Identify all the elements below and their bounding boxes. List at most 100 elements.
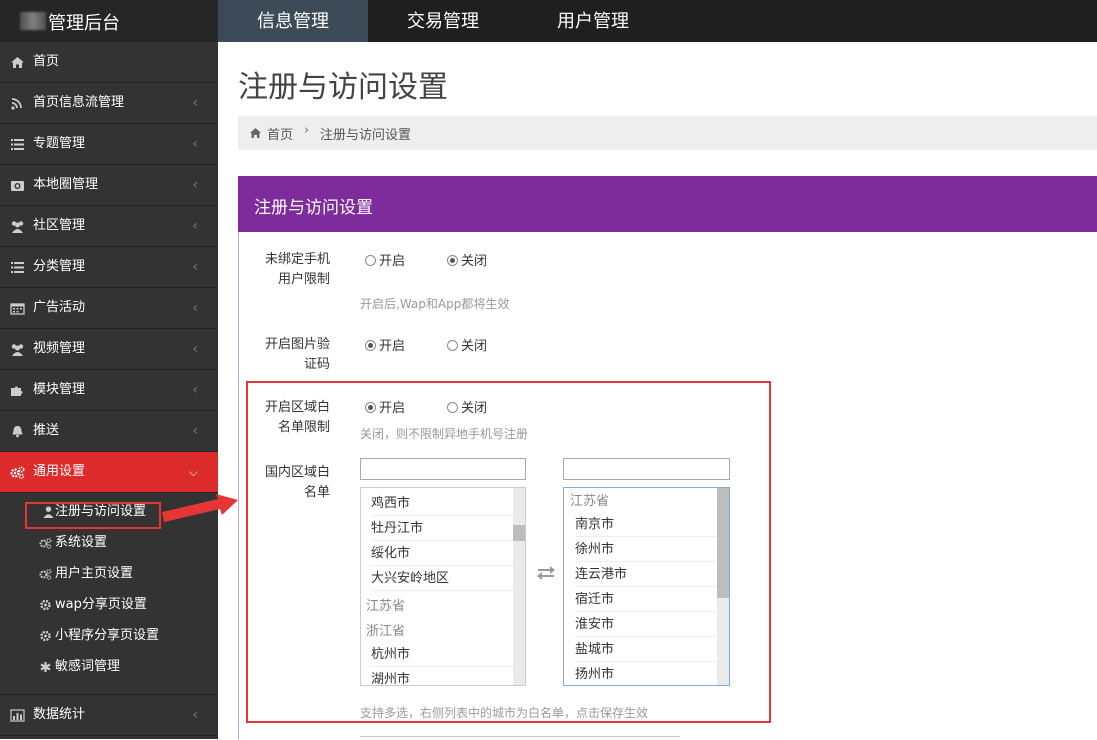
- sidebar-subitem-miniprogram-share[interactable]: 小程序分享页设置: [0, 620, 218, 651]
- list-group-label: 江苏省: [366, 599, 406, 614]
- scrollbar[interactable]: [513, 488, 525, 685]
- label-region-whitelist: 开启区域白 名单限制: [256, 398, 330, 438]
- sidebar-item-community[interactable]: 社区管理 ‹: [0, 206, 218, 247]
- list-icon: [11, 139, 24, 150]
- chevron-left-icon: ‹: [192, 95, 198, 111]
- label-line: 名单: [303, 485, 330, 500]
- list-item[interactable]: 徐州市: [575, 537, 717, 562]
- right-list-filter-input[interactable]: [563, 458, 730, 480]
- sidebar-item-local[interactable]: 本地圈管理 ‹: [0, 165, 218, 206]
- sidebar-item-modules[interactable]: 模块管理 ‹: [0, 370, 218, 411]
- radio-label: 关闭: [461, 254, 488, 269]
- chevron-left-icon: ‹: [192, 707, 198, 723]
- sidebar-item-label: 广告活动: [33, 300, 86, 315]
- radio-label: 开启: [379, 254, 406, 269]
- scrollbar[interactable]: [717, 488, 729, 685]
- label-unbound-phone: 未绑定手机 用户限制: [256, 250, 330, 290]
- chevron-left-icon: ‹: [192, 423, 198, 439]
- home-icon: [11, 57, 24, 68]
- sidebar-item-category[interactable]: 分类管理 ‹: [0, 247, 218, 288]
- sidebar-subitem-label: 小程序分享页设置: [55, 628, 160, 643]
- sidebar-item-label: 通用设置: [33, 464, 86, 479]
- list-item[interactable]: 湖州市: [371, 667, 513, 685]
- users-icon: [11, 221, 24, 233]
- chevron-left-icon: ‹: [192, 341, 198, 357]
- top-nav-info[interactable]: 信息管理: [218, 0, 368, 42]
- chevron-left-icon: ‹: [192, 136, 198, 152]
- chevron-left-icon: ‹: [192, 300, 198, 316]
- radio-label: 开启: [379, 339, 406, 354]
- next-field-edge: [360, 736, 680, 740]
- list-item[interactable]: 盐城市: [575, 637, 717, 662]
- list-item[interactable]: 牡丹江市: [371, 516, 513, 541]
- label-captcha: 开启图片验 证码: [256, 335, 330, 375]
- sidebar-item-push[interactable]: 推送 ‹: [0, 411, 218, 452]
- radio-label: 开启: [379, 401, 406, 416]
- chevron-left-icon: ‹: [192, 382, 198, 398]
- scrollbar-thumb[interactable]: [513, 525, 525, 541]
- swap-arrows-icon[interactable]: [535, 563, 557, 581]
- radio-circle: [447, 255, 458, 266]
- sidebar-item-video[interactable]: 视频管理 ‹: [0, 329, 218, 370]
- sidebar-subitem-wap-share[interactable]: wap分享页设置: [0, 589, 218, 620]
- sidebar-subitem-system[interactable]: 系统设置: [0, 527, 218, 558]
- page-title: 注册与访问设置: [238, 70, 448, 105]
- sidebar-item-general-settings[interactable]: 通用设置 ⌵: [0, 452, 218, 493]
- sidebar-subitem-label: wap分享页设置: [55, 597, 147, 612]
- list-item[interactable]: 鸡西市: [371, 491, 513, 516]
- available-cities-list[interactable]: 鸡西市 牡丹江市 绥化市 大兴安岭地区 江苏省 浙江省 杭州市 湖州市: [360, 487, 526, 686]
- gear-icon: [40, 599, 51, 611]
- list-group-label: 江苏省: [570, 494, 610, 509]
- top-nav-trade[interactable]: 交易管理: [368, 0, 518, 42]
- label-line: 用户限制: [277, 272, 330, 287]
- radio-region-whitelist-off[interactable]: 关闭: [447, 401, 487, 417]
- hint-domestic-whitelist: 支持多选，右侧列表中的城市为白名单，点击保存生效: [360, 706, 649, 720]
- gears-icon: [39, 538, 52, 549]
- scrollbar-thumb[interactable]: [717, 488, 729, 598]
- asterisk-icon: [40, 662, 51, 672]
- sidebar-item-statistics[interactable]: 数据统计 ‹: [0, 694, 218, 736]
- radio-captcha-on[interactable]: 开启: [365, 339, 405, 355]
- sidebar-item-label: 本地圈管理: [33, 177, 99, 192]
- label-line: 名单限制: [277, 420, 330, 435]
- sidebar-subitem-label: 系统设置: [55, 535, 108, 550]
- sidebar-subitem-user-home[interactable]: 用户主页设置: [0, 558, 218, 589]
- list-item[interactable]: 绥化市: [371, 541, 513, 566]
- list-item[interactable]: 宿迁市: [575, 587, 717, 612]
- radio-circle: [365, 340, 376, 351]
- list-icon: [11, 262, 24, 273]
- sidebar-item-topics[interactable]: 专题管理 ‹: [0, 124, 218, 165]
- left-list-filter-input[interactable]: [360, 458, 526, 480]
- sidebar: 首页 首页信息流管理 ‹ 专题管理 ‹ 本地圈管理 ‹ 社区管理 ‹ 分类管理 …: [0, 42, 218, 739]
- breadcrumb-home-link[interactable]: 首页: [267, 124, 293, 143]
- sidebar-subitem-label: 用户主页设置: [55, 566, 134, 581]
- top-nav-users[interactable]: 用户管理: [518, 0, 668, 42]
- brand-title: 管理后台: [48, 13, 120, 34]
- panel-border: [238, 232, 239, 739]
- sidebar-subitem-sensitive-words[interactable]: 敏感词管理: [0, 651, 218, 682]
- sidebar-item-label: 模块管理: [33, 382, 86, 397]
- puzzle-icon: [11, 386, 23, 396]
- list-item[interactable]: 连云港市: [575, 562, 717, 587]
- sidebar-item-label: 社区管理: [33, 218, 86, 233]
- list-item[interactable]: 大兴安岭地区: [371, 566, 513, 591]
- list-item[interactable]: 淮安市: [575, 612, 717, 637]
- sidebar-item-home[interactable]: 首页: [0, 42, 218, 83]
- list-item[interactable]: 扬州市: [575, 662, 717, 685]
- breadcrumb-separator: ›: [304, 123, 310, 138]
- sidebar-item-ads[interactable]: 广告活动 ‹: [0, 288, 218, 329]
- radio-unbound-phone-on[interactable]: 开启: [365, 254, 405, 270]
- users-icon: [11, 344, 24, 356]
- list-item[interactable]: 南京市: [575, 512, 717, 537]
- whitelist-cities-list[interactable]: 江苏省 南京市 徐州市 连云港市 宿迁市 淮安市 盐城市 扬州市: [563, 487, 730, 686]
- radio-region-whitelist-on[interactable]: 开启: [365, 401, 405, 417]
- radio-circle: [365, 255, 376, 266]
- sidebar-item-feed[interactable]: 首页信息流管理 ‹: [0, 83, 218, 124]
- list-item[interactable]: 杭州市: [371, 642, 513, 667]
- annotation-arrow: [162, 494, 238, 522]
- chevron-down-icon: ⌵: [188, 465, 198, 479]
- radio-captcha-off[interactable]: 关闭: [447, 339, 487, 355]
- radio-unbound-phone-off[interactable]: 关闭: [447, 254, 487, 270]
- sidebar-subitem-label: 敏感词管理: [55, 659, 121, 674]
- sidebar-item-label: 推送: [33, 423, 60, 438]
